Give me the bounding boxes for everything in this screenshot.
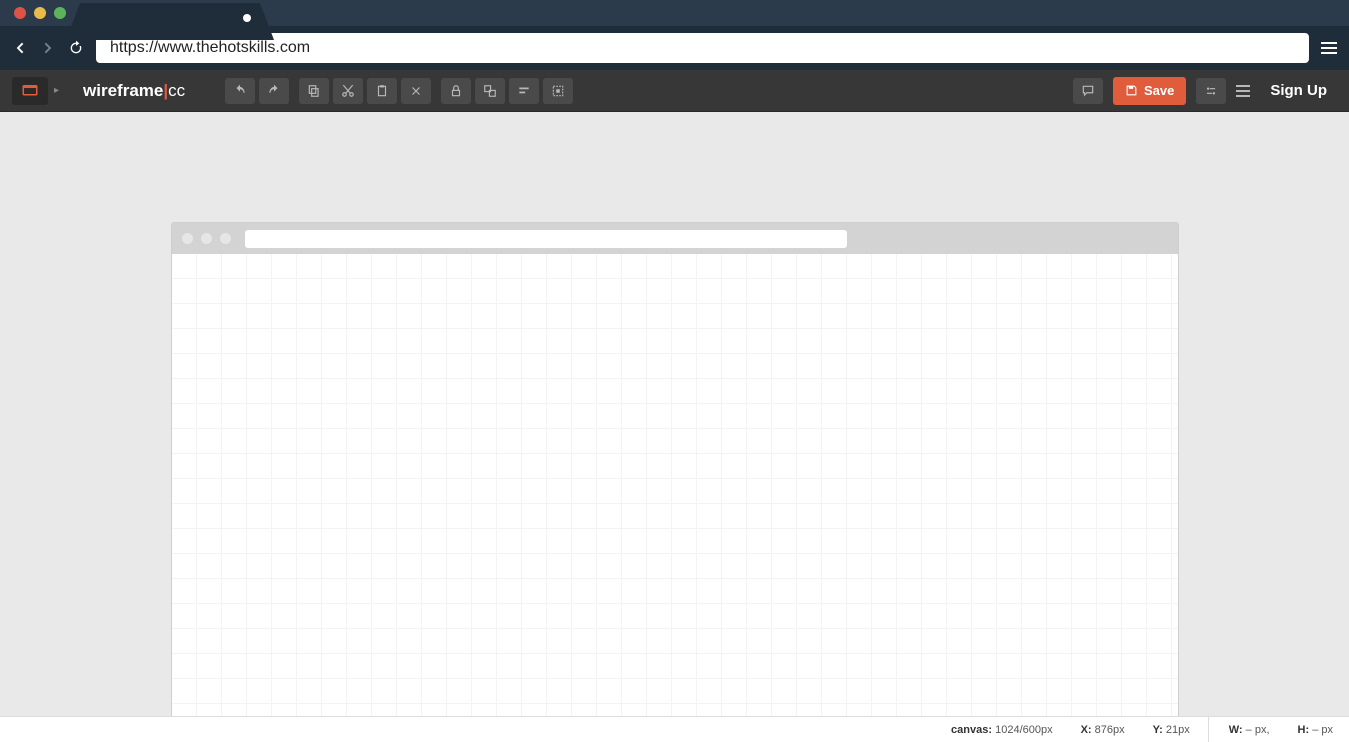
status-x: X: 876px [1081, 724, 1125, 736]
status-canvas: canvas: 1024/600px [951, 724, 1053, 736]
paste-button[interactable] [367, 78, 397, 104]
save-button[interactable]: Save [1113, 77, 1186, 105]
align-button[interactable] [509, 78, 539, 104]
group-button[interactable] [475, 78, 505, 104]
mockup-dot-icon [201, 233, 212, 244]
mockup-dot-icon [182, 233, 193, 244]
back-button[interactable] [12, 40, 28, 56]
delete-button[interactable] [401, 78, 431, 104]
canvas-stage[interactable]: canvas: 1024/600px X: 876px Y: 21px W: –… [0, 112, 1349, 742]
window-titlebar [0, 0, 1349, 26]
reload-button[interactable] [68, 40, 84, 56]
url-text: https://www.thehotskills.com [110, 39, 310, 57]
copy-button[interactable] [299, 78, 329, 104]
lock-button[interactable] [441, 78, 471, 104]
signup-link[interactable]: Sign Up [1270, 82, 1327, 99]
status-w: W: – px, [1229, 724, 1270, 736]
floppy-icon [1125, 84, 1138, 97]
wireframe-canvas[interactable] [172, 254, 1178, 742]
status-h: H: – px [1298, 724, 1333, 736]
device-preview-button[interactable] [12, 77, 48, 105]
tab-loading-dot-icon [243, 14, 251, 22]
mockup-chrome [172, 223, 1178, 254]
browser-tab[interactable] [80, 3, 260, 40]
save-label: Save [1144, 83, 1174, 98]
url-input[interactable]: https://www.thehotskills.com [96, 33, 1309, 63]
browser-menu-button[interactable] [1321, 42, 1337, 54]
app-menu-button[interactable] [1236, 85, 1250, 97]
traffic-close-icon[interactable] [14, 7, 26, 19]
status-bar: canvas: 1024/600px X: 876px Y: 21px W: –… [0, 716, 1349, 742]
comment-button[interactable] [1073, 78, 1103, 104]
status-y: Y: 21px [1153, 724, 1190, 736]
forward-button[interactable] [40, 40, 56, 56]
chevron-right-icon: ▸ [54, 85, 59, 96]
app-toolbar: ▸ wireframe|cc [0, 70, 1349, 112]
browser-mockup [171, 222, 1179, 742]
redo-button[interactable] [259, 78, 289, 104]
mockup-url-bar [245, 230, 847, 248]
mockup-dot-icon [220, 233, 231, 244]
settings-button[interactable] [1196, 78, 1226, 104]
traffic-zoom-icon[interactable] [54, 7, 66, 19]
traffic-minimize-icon[interactable] [34, 7, 46, 19]
select-all-button[interactable] [543, 78, 573, 104]
undo-button[interactable] [225, 78, 255, 104]
cut-button[interactable] [333, 78, 363, 104]
app-logo[interactable]: wireframe|cc [83, 81, 185, 101]
